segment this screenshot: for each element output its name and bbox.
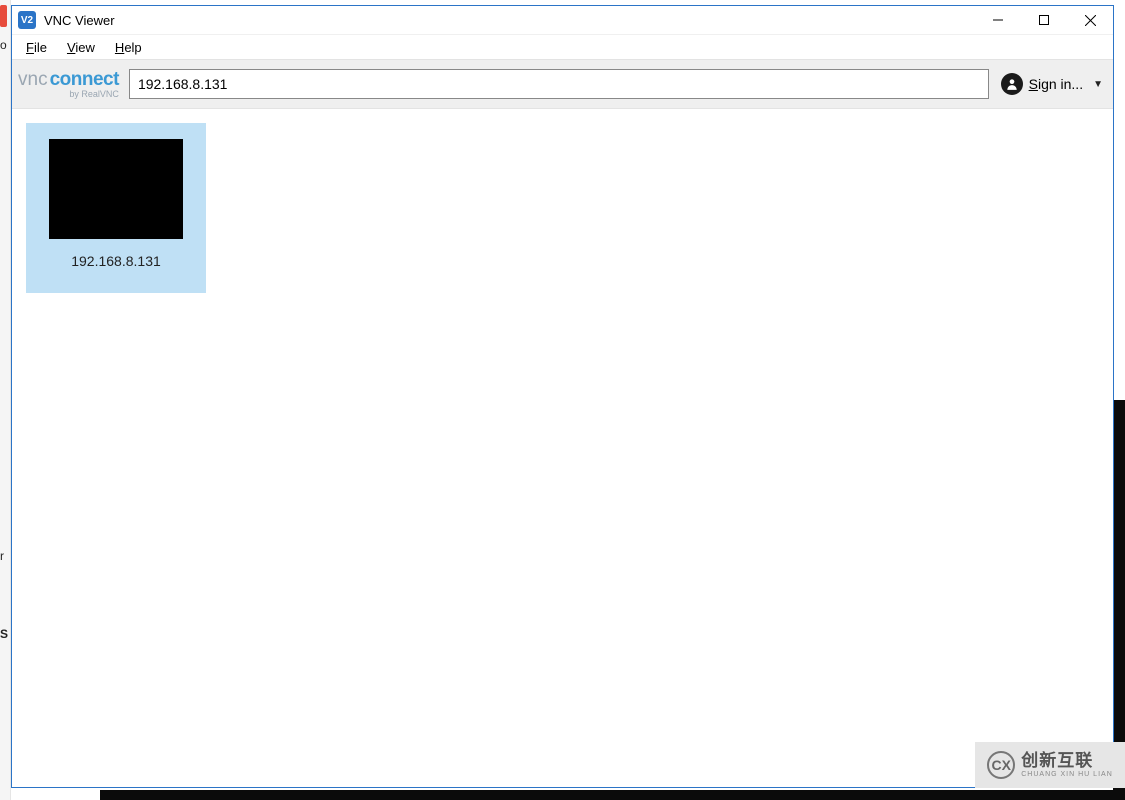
- connection-label: 192.168.8.131: [71, 253, 161, 269]
- menu-help[interactable]: Help: [105, 38, 152, 57]
- menubar: File View Help: [12, 35, 1113, 59]
- signin-label: Sign in...: [1029, 76, 1083, 92]
- watermark-text-main: 创新互联: [1021, 752, 1113, 771]
- toolbar: vncconnect by RealVNC Sign in... ▼: [12, 59, 1113, 109]
- window-title: VNC Viewer: [44, 13, 975, 28]
- background-right-bar: [1113, 400, 1125, 790]
- background-bottom-bar: [100, 790, 1125, 800]
- maximize-icon: [1039, 15, 1049, 25]
- background-text-fragment: o: [0, 38, 7, 52]
- connection-thumbnail: [49, 139, 183, 239]
- background-partial-icon: [0, 5, 7, 27]
- watermark-icon: CX: [987, 751, 1015, 779]
- logo-vnc-text: vnc: [18, 69, 48, 90]
- close-icon: [1085, 15, 1096, 26]
- logo-subtitle: by RealVNC: [69, 90, 119, 99]
- menu-view[interactable]: View: [57, 38, 105, 57]
- titlebar[interactable]: V2 VNC Viewer: [12, 6, 1113, 35]
- minimize-button[interactable]: [975, 6, 1021, 34]
- vnc-viewer-window: V2 VNC Viewer File View Help vncconnect …: [11, 5, 1114, 788]
- maximize-button[interactable]: [1021, 6, 1067, 34]
- signin-button[interactable]: Sign in... ▼: [997, 73, 1107, 95]
- vnc-connect-logo: vncconnect by RealVNC: [16, 70, 121, 99]
- close-button[interactable]: [1067, 6, 1113, 34]
- menu-file[interactable]: File: [16, 38, 57, 57]
- chevron-down-icon: ▼: [1093, 79, 1103, 90]
- watermark-badge: CX 创新互联 CHUANG XIN HU LIAN: [975, 742, 1125, 788]
- app-icon: V2: [18, 11, 36, 29]
- background-text-fragment: S: [0, 627, 8, 641]
- connections-panel: 192.168.8.131: [12, 109, 1113, 787]
- logo-connect-text: connect: [50, 69, 119, 90]
- address-input[interactable]: [129, 69, 989, 99]
- connection-tile[interactable]: 192.168.8.131: [26, 123, 206, 293]
- watermark-text-sub: CHUANG XIN HU LIAN: [1021, 771, 1113, 779]
- window-controls: [975, 6, 1113, 34]
- user-icon: [1001, 73, 1023, 95]
- background-left-strip: [0, 0, 11, 800]
- minimize-icon: [993, 15, 1003, 25]
- background-text-fragment: r: [0, 549, 4, 563]
